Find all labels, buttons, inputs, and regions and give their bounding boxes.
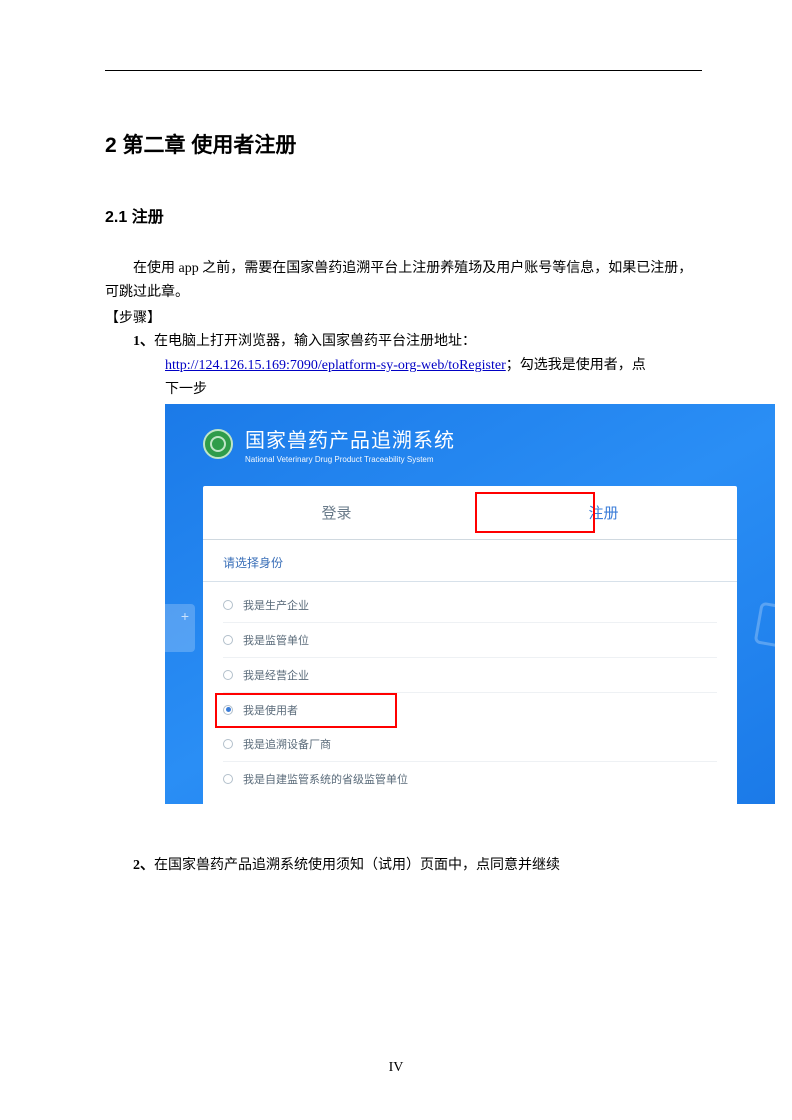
step-1-number: 1、 xyxy=(133,334,154,349)
auth-panel: 登录 注册 请选择身份 我是生产企业 我是监管单位 xyxy=(203,486,737,804)
identity-option-user[interactable]: 我是使用者 xyxy=(223,693,717,727)
section-heading: 2.1 注册 xyxy=(105,203,702,227)
brand-title-en: National Veterinary Drug Product Traceab… xyxy=(245,455,455,464)
step-1-link-line: http://124.126.15.169:7090/eplatform-sy-… xyxy=(165,354,702,378)
step-2-text: 在国家兽药产品追溯系统使用须知（试用）页面中，点同意并继续 xyxy=(154,858,560,873)
brand-logo-icon xyxy=(203,429,233,459)
option-label: 我是追溯设备厂商 xyxy=(243,736,331,752)
page-number: IV xyxy=(0,1060,792,1076)
top-rule xyxy=(105,70,702,71)
intro-paragraph: 在使用 app 之前，需要在国家兽药追溯平台上注册养殖场及用户账号等信息，如果已… xyxy=(105,257,702,305)
tabs-row: 登录 注册 xyxy=(203,486,737,540)
identity-option-regulator[interactable]: 我是监管单位 xyxy=(223,623,717,658)
option-label: 我是经营企业 xyxy=(243,667,309,683)
select-identity-label: 请选择身份 xyxy=(203,540,737,582)
bg-card-icon xyxy=(165,604,195,652)
embedded-screenshot: 国家兽药产品追溯系统 National Veterinary Drug Prod… xyxy=(165,404,775,804)
chapter-heading: 2 第二章 使用者注册 xyxy=(105,129,702,159)
step-2-number: 2、 xyxy=(133,858,154,873)
step-1-tail: ；勾选我是使用者，点 xyxy=(506,358,646,373)
tab-register[interactable]: 注册 xyxy=(470,486,737,539)
tab-login[interactable]: 登录 xyxy=(203,486,470,539)
brand-row: 国家兽药产品追溯系统 National Veterinary Drug Prod… xyxy=(203,424,737,464)
step-1-text: 在电脑上打开浏览器，输入国家兽药平台注册地址： xyxy=(154,334,476,349)
register-url-link[interactable]: http://124.126.15.169:7090/eplatform-sy-… xyxy=(165,358,506,373)
step-2: 2、在国家兽药产品追溯系统使用须知（试用）页面中，点同意并继续 xyxy=(133,854,702,878)
option-label: 我是使用者 xyxy=(243,702,298,718)
identity-options: 我是生产企业 我是监管单位 我是经营企业 我是使用者 xyxy=(203,582,737,804)
radio-icon xyxy=(223,635,233,645)
identity-option-producer[interactable]: 我是生产企业 xyxy=(223,588,717,623)
identity-option-vendor[interactable]: 我是追溯设备厂商 xyxy=(223,727,717,762)
option-label: 我是自建监管系统的省级监管单位 xyxy=(243,771,408,787)
steps-label: 【步骤】 xyxy=(105,307,702,331)
option-label: 我是监管单位 xyxy=(243,632,309,648)
radio-icon xyxy=(223,739,233,749)
option-label: 我是生产企业 xyxy=(243,597,309,613)
brand-title-cn: 国家兽药产品追溯系统 xyxy=(245,424,455,453)
radio-icon xyxy=(223,774,233,784)
radio-icon xyxy=(223,670,233,680)
identity-option-operator[interactable]: 我是经营企业 xyxy=(223,658,717,693)
step-1-subline: 下一步 xyxy=(165,378,702,402)
step-1: 1、在电脑上打开浏览器，输入国家兽药平台注册地址： xyxy=(133,330,702,354)
identity-option-provincial[interactable]: 我是自建监管系统的省级监管单位 xyxy=(223,762,717,796)
radio-icon xyxy=(223,705,233,715)
radio-icon xyxy=(223,600,233,610)
